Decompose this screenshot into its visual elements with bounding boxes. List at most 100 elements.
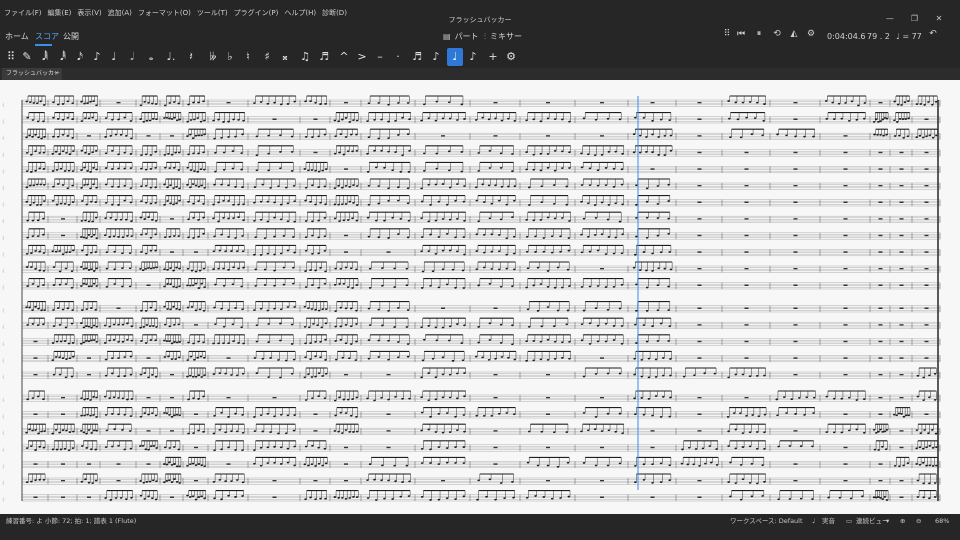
mixer-button[interactable]: ⫶ ミキサー [484,31,522,42]
whole-rest [697,185,702,187]
note-head [90,268,93,271]
note-head [25,136,28,139]
rewind-button[interactable]: ⏮ [734,29,748,39]
note-head [553,169,557,172]
slur-icon[interactable]: ♬ [316,48,332,66]
natural-icon[interactable]: ♮ [240,48,256,66]
duration-32nd-icon[interactable]: 𝅘𝅥𝅱 [55,48,71,66]
note-head [715,464,719,466]
note-head [192,237,195,239]
playback-settings-button[interactable]: ⚙ [804,29,818,39]
rest-icon[interactable]: 𝄽 [183,48,199,66]
minimize-button[interactable]: — [879,14,901,23]
tab-score[interactable]: スコア [35,31,59,42]
loop-button[interactable]: ⟲ [770,29,784,39]
note-head [651,133,654,136]
note-head [559,235,562,238]
note-head [227,416,230,418]
note-head [790,398,794,401]
note-head [741,101,745,104]
duration-64th-icon[interactable]: 𝅘𝅥𝅲 [37,48,53,66]
document-tab[interactable]: フラッシュバッカー ✕ [2,68,62,80]
note-head [89,200,93,203]
note-head [656,234,660,237]
whole-rest [170,397,174,399]
whole-rest [697,397,702,399]
note-head [169,308,172,311]
parts-button[interactable]: ▤ パート [443,31,479,42]
note-head [147,448,150,451]
note-head [152,445,156,447]
note-head [500,119,504,122]
duration-8th-icon[interactable]: ♪ [89,48,105,66]
tuplet-icon[interactable]: ♬ [409,48,425,66]
voice-1-icon[interactable]: ♩ [447,48,463,66]
tie-icon[interactable]: ♫ [297,48,313,66]
metronome-button[interactable]: ◭ [787,29,801,39]
note-head [85,203,89,206]
duration-quarter-icon[interactable]: ♩ [106,48,122,66]
note-head [273,216,276,219]
tenuto-icon[interactable]: – [372,48,388,66]
tab-publish[interactable]: 公開 [63,31,79,42]
undo-icon[interactable]: ↶ [926,29,940,39]
toolbar-settings-icon[interactable]: ⚙ [503,48,519,66]
note-head [186,166,189,169]
note-head [539,218,543,221]
duration-16th-icon[interactable]: 𝅘𝅥𝅯 [72,48,88,66]
note-head [212,217,215,220]
note-head [881,445,884,448]
note-head [172,203,175,206]
note-head [314,308,317,311]
note-head [512,235,516,238]
note-head [104,117,108,119]
note-input-pen-icon[interactable]: ✎ [19,48,35,66]
note-head [560,357,564,359]
close-tab-icon[interactable]: ✕ [54,68,59,80]
whole-rest [793,284,798,286]
note-head [113,283,116,286]
note-head [553,357,557,360]
sharp-icon[interactable]: ♯ [259,48,275,66]
duration-whole-icon[interactable]: 𝅝 [143,48,159,66]
accent-icon[interactable]: > [354,48,370,66]
whole-rest [924,151,929,154]
note-head [279,446,283,449]
note-head [61,118,65,121]
note-head [267,152,270,155]
flat-icon[interactable]: ♭ [222,48,238,66]
play-button[interactable]: ⏸ [752,29,766,39]
whole-rest [843,135,848,137]
note-head [310,376,314,378]
staccato-icon[interactable]: · [390,48,406,66]
add-icon[interactable]: + [485,48,501,66]
maximize-button[interactable]: ❐ [903,14,925,23]
duration-half-icon[interactable]: 𝅗𝅥 [124,48,140,66]
flip-direction-icon[interactable]: ♪ [428,48,444,66]
grip-icon[interactable]: ⠿ [3,48,19,66]
note-head [915,103,919,106]
close-window-button[interactable]: ✕ [928,14,950,23]
marcato-icon[interactable]: ^ [336,48,352,66]
augmentation-dot-icon[interactable]: ♩. [163,48,179,66]
score-canvas[interactable]: 𝄞 𝄞 𝄞 𝄞 𝄞 𝄞 𝄞 𝄞 𝄞 𝄞 𝄞 𝄞 𝄞 𝄞 𝄞 𝄞 𝄞 𝄞 𝄞 𝄞 𝄞 𝄞 𝄞 𝄞 [0,80,960,514]
double-flat-icon[interactable]: 𝄫 [205,48,221,66]
note-head [178,285,181,288]
note-head [187,341,190,344]
voice-2-icon[interactable]: ♪ [465,48,481,66]
tab-home[interactable]: ホーム [5,31,29,42]
note-head [26,285,29,287]
note-head [58,431,61,434]
note-head [594,307,598,310]
note-head [594,415,598,418]
note-head [317,170,321,173]
note-head [352,431,355,433]
double-sharp-icon[interactable]: 𝄪 [277,48,293,66]
note-head [309,200,312,203]
note-head [140,200,143,203]
note-head [213,137,216,140]
score-view[interactable]: 𝄞𝄞𝄞𝄞𝄞𝄞𝄞𝄞𝄞𝄞𝄞𝄞𝄞𝄞𝄞𝄞𝄞𝄞𝄞𝄞𝄞𝄞𝄞𝄞 [0,80,960,514]
note-head [334,340,337,342]
note-head [596,285,600,287]
whole-rest [924,218,929,220]
